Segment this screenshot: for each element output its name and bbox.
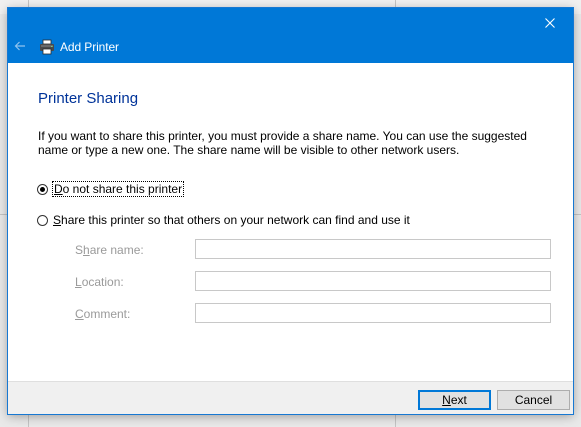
page-heading: Printer Sharing <box>38 90 139 107</box>
content-area: Printer Sharing If you want to share thi… <box>8 63 573 381</box>
do-not-share-label: Do not share this printer <box>51 181 185 197</box>
comment-input[interactable] <box>195 303 551 323</box>
share-name-input[interactable] <box>195 239 551 259</box>
share-printer-option[interactable]: Share this printer so that others on you… <box>37 213 410 227</box>
share-printer-label: Share this printer so that others on you… <box>53 213 410 227</box>
background-divider <box>395 0 396 8</box>
add-printer-dialog: Add Printer Printer Sharing If you want … <box>8 8 573 414</box>
background-divider <box>395 414 396 427</box>
background-divider <box>573 214 581 215</box>
title-bar: Add Printer <box>8 8 573 63</box>
do-not-share-radio[interactable] <box>37 183 48 195</box>
location-input[interactable] <box>195 271 551 291</box>
background-divider <box>28 0 29 8</box>
close-button[interactable] <box>527 8 573 38</box>
dialog-title: Add Printer <box>60 40 119 54</box>
location-label: Location: <box>75 275 124 289</box>
printer-icon <box>40 39 54 55</box>
page-description: If you want to share this printer, you m… <box>38 129 527 157</box>
cancel-button[interactable]: Cancel <box>497 390 570 410</box>
dialog-footer: Next Cancel <box>8 381 573 414</box>
do-not-share-option[interactable]: Do not share this printer <box>37 181 185 197</box>
share-name-label: Share name: <box>75 243 144 257</box>
share-printer-radio[interactable] <box>37 214 48 226</box>
back-button[interactable] <box>12 38 28 54</box>
close-icon <box>545 18 555 28</box>
next-button[interactable]: Next <box>418 390 491 410</box>
background-divider <box>28 414 29 427</box>
background-divider <box>0 214 8 215</box>
comment-label: Comment: <box>75 307 131 321</box>
back-arrow-icon <box>14 41 25 51</box>
